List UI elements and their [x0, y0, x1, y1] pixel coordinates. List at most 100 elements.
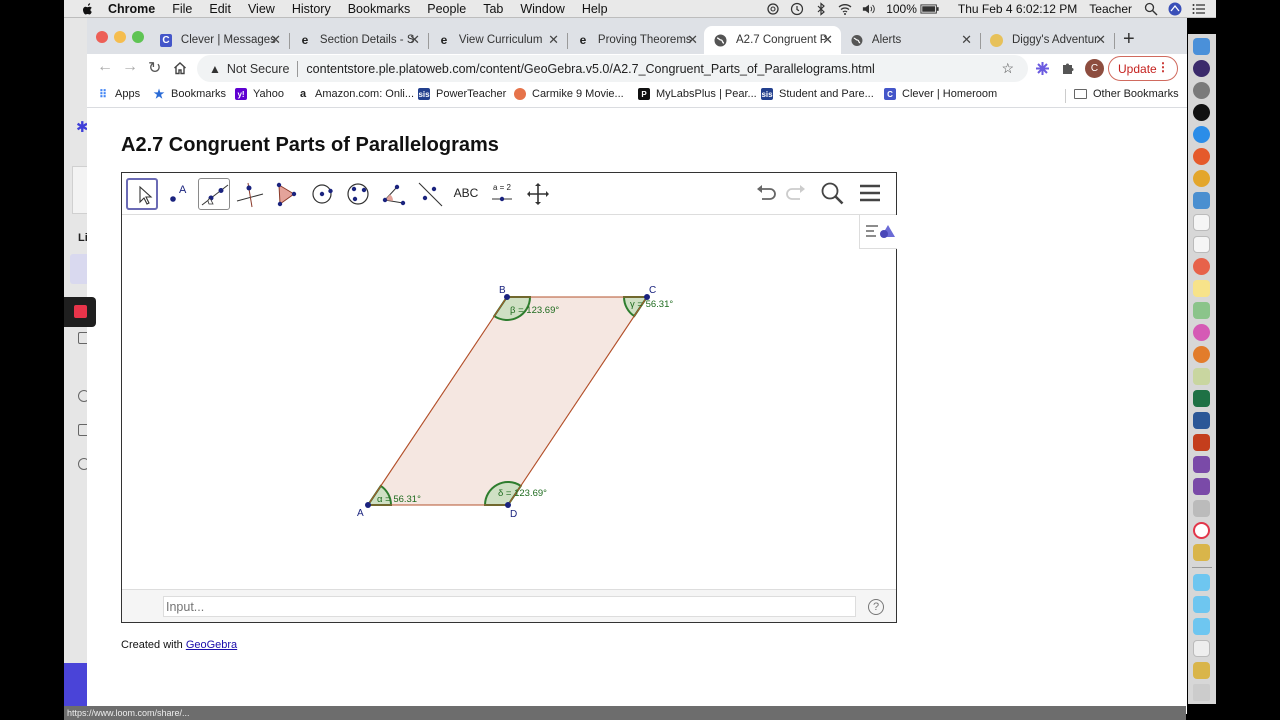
- dock-maps-icon[interactable]: [1193, 302, 1210, 319]
- dock-chrome-icon[interactable]: [1193, 170, 1210, 187]
- help-icon[interactable]: ?: [868, 599, 884, 615]
- battery-icon[interactable]: [920, 2, 940, 16]
- graphics-view[interactable]: α = 56.31° β = 123.69° γ = 56.31° δ = 12…: [122, 215, 896, 589]
- bookmark-star-icon[interactable]: ☆: [1001, 60, 1014, 77]
- point-b-label[interactable]: B: [499, 285, 506, 296]
- tool-angle[interactable]: [378, 178, 410, 210]
- dock-calendar-icon[interactable]: [1193, 214, 1210, 231]
- dock-creative-cloud-icon[interactable]: [1193, 522, 1210, 539]
- angle-alpha-label[interactable]: α = 56.31°: [377, 494, 421, 505]
- zoom-window-button[interactable]: [132, 31, 144, 43]
- extensions-puzzle-icon[interactable]: [1061, 61, 1075, 75]
- angle-beta-label[interactable]: β = 123.69°: [510, 305, 559, 316]
- angle-delta-label[interactable]: δ = 123.69°: [498, 488, 547, 499]
- siri-icon[interactable]: [1168, 2, 1182, 16]
- close-tab-icon[interactable]: ✕: [409, 32, 420, 48]
- dock-books-icon[interactable]: [1193, 346, 1210, 363]
- menu-bookmarks[interactable]: Bookmarks: [348, 2, 411, 16]
- tool-point[interactable]: A: [162, 178, 194, 210]
- extension-icon[interactable]: [1035, 61, 1050, 76]
- more-menu-icon[interactable]: ⋮: [1157, 60, 1169, 74]
- dock-notes-icon[interactable]: [1193, 280, 1210, 297]
- apple-icon[interactable]: [80, 2, 94, 16]
- dock-sketch-icon[interactable]: [1193, 662, 1210, 679]
- dock-trash-icon[interactable]: [1193, 684, 1210, 701]
- redo-icon[interactable]: [784, 181, 808, 205]
- user-name[interactable]: Teacher: [1089, 2, 1132, 16]
- volume-icon[interactable]: [862, 2, 876, 16]
- reload-button[interactable]: ↻: [148, 58, 161, 78]
- menu-edit[interactable]: Edit: [209, 2, 231, 16]
- dock-firefox-icon[interactable]: [1193, 148, 1210, 165]
- tool-move-graphics-view[interactable]: [522, 178, 554, 210]
- point-d-label[interactable]: D: [510, 509, 517, 520]
- dock-word-icon[interactable]: [1193, 412, 1210, 429]
- angle-gamma-label[interactable]: γ = 56.31°: [630, 299, 673, 310]
- recording-stop-button[interactable]: [64, 297, 96, 327]
- bookmark-powerteacher[interactable]: sis PowerTeacher: [418, 88, 506, 100]
- tool-perpendicular-line[interactable]: [234, 178, 266, 210]
- bookmark-yahoo[interactable]: y! Yahoo: [235, 88, 284, 100]
- url-text[interactable]: contentstore.ple.platoweb.com/content/Ge…: [306, 62, 874, 76]
- dock-launchpad-icon[interactable]: [1193, 60, 1210, 77]
- new-tab-button[interactable]: +: [1123, 28, 1135, 51]
- dock-document-icon[interactable]: [1193, 640, 1210, 657]
- dock-powerpoint-icon[interactable]: [1193, 434, 1210, 451]
- creative-cloud-icon[interactable]: [766, 2, 780, 16]
- parallelogram-polygon[interactable]: [367, 296, 648, 506]
- geogebra-link[interactable]: GeoGebra: [186, 639, 237, 651]
- algebra-input[interactable]: [163, 596, 856, 617]
- clock[interactable]: Thu Feb 4 6:02:12 PM: [958, 2, 1077, 16]
- menu-tab[interactable]: Tab: [483, 2, 503, 16]
- dock-sketch-icon[interactable]: [1193, 544, 1210, 561]
- point-c-label[interactable]: C: [649, 285, 656, 296]
- close-tab-icon[interactable]: ✕: [1095, 32, 1106, 48]
- update-button[interactable]: Update ⋮: [1108, 56, 1178, 81]
- dock-dashboard-icon[interactable]: [1193, 104, 1210, 121]
- undo-icon[interactable]: [754, 181, 778, 205]
- dock-preview-icon[interactable]: [1193, 192, 1210, 209]
- tool-reflect[interactable]: [414, 178, 446, 210]
- menu-file[interactable]: File: [172, 2, 192, 16]
- tool-move[interactable]: [126, 178, 158, 210]
- tab-alerts[interactable]: Alerts ✕: [841, 26, 981, 54]
- dock-folder-icon[interactable]: [1193, 618, 1210, 635]
- point-a[interactable]: [365, 502, 371, 508]
- notification-center-icon[interactable]: [1192, 2, 1206, 16]
- dock-reminders-icon[interactable]: [1193, 236, 1210, 253]
- warning-icon[interactable]: ▲: [209, 62, 221, 76]
- point-d[interactable]: [505, 502, 511, 508]
- close-tab-icon[interactable]: ✕: [961, 32, 972, 48]
- tool-text[interactable]: ABC: [450, 178, 482, 210]
- tab-view-curriculum[interactable]: e View Curriculum ✕: [428, 26, 568, 54]
- menu-help[interactable]: Help: [582, 2, 608, 16]
- close-tab-icon[interactable]: ✕: [822, 32, 833, 48]
- forward-button[interactable]: →: [122, 58, 138, 76]
- dock-finder-icon[interactable]: [1193, 38, 1210, 55]
- bookmark-student-parent[interactable]: sis Student and Pare...: [761, 88, 874, 100]
- bookmark-bookmarks[interactable]: ★ Bookmarks: [153, 87, 226, 101]
- dock-app-icon[interactable]: [1193, 478, 1210, 495]
- tool-circle-center-point[interactable]: [306, 178, 338, 210]
- dock-folder-icon[interactable]: [1193, 574, 1210, 591]
- dock-textedit-icon[interactable]: [1193, 368, 1210, 385]
- dock-music-icon[interactable]: [1193, 324, 1210, 341]
- dock-app-icon[interactable]: [1193, 456, 1210, 473]
- tab-diggys-adventure[interactable]: Diggy's Adventure ✕: [980, 26, 1115, 54]
- close-tab-icon[interactable]: ✕: [270, 32, 281, 48]
- bluetooth-icon[interactable]: [814, 2, 828, 16]
- dock-photos-icon[interactable]: [1193, 258, 1210, 275]
- close-window-button[interactable]: [96, 31, 108, 43]
- security-status[interactable]: Not Secure: [227, 62, 290, 76]
- bookmark-mylabsplus[interactable]: P MyLabsPlus | Pear...: [638, 88, 757, 100]
- search-icon[interactable]: [820, 181, 846, 207]
- bookmark-apps[interactable]: ⠿ Apps: [97, 88, 140, 101]
- bookmark-carmike[interactable]: Carmike 9 Movie...: [514, 88, 624, 100]
- address-bar[interactable]: ▲ Not Secure contentstore.ple.platoweb.c…: [197, 55, 1028, 82]
- bookmark-clever-homeroom[interactable]: C Clever | Homeroom: [884, 88, 997, 100]
- dock-safari-icon[interactable]: [1193, 126, 1210, 143]
- minimize-window-button[interactable]: [114, 31, 126, 43]
- tab-proving-theorems[interactable]: e Proving Theorems ✕: [567, 26, 706, 54]
- tab-section-details[interactable]: e Section Details - S ✕: [289, 26, 429, 54]
- tab-clever-messages[interactable]: C Clever | Messages ✕: [150, 26, 290, 54]
